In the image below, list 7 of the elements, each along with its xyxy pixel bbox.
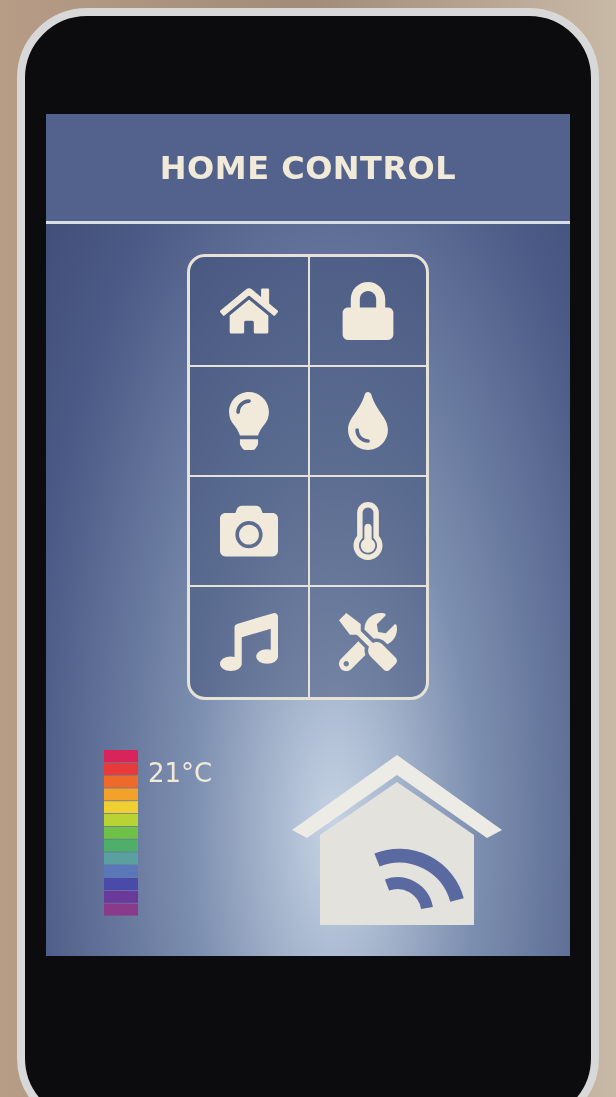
tools-icon [339,613,397,671]
temperature-reading: 21°C [148,758,213,788]
app-title: HOME CONTROL [159,148,457,187]
music-note-icon [220,613,278,671]
control-tile[interactable] [308,367,426,477]
control-tile[interactable] [308,257,426,367]
control-tile[interactable] [308,477,426,587]
